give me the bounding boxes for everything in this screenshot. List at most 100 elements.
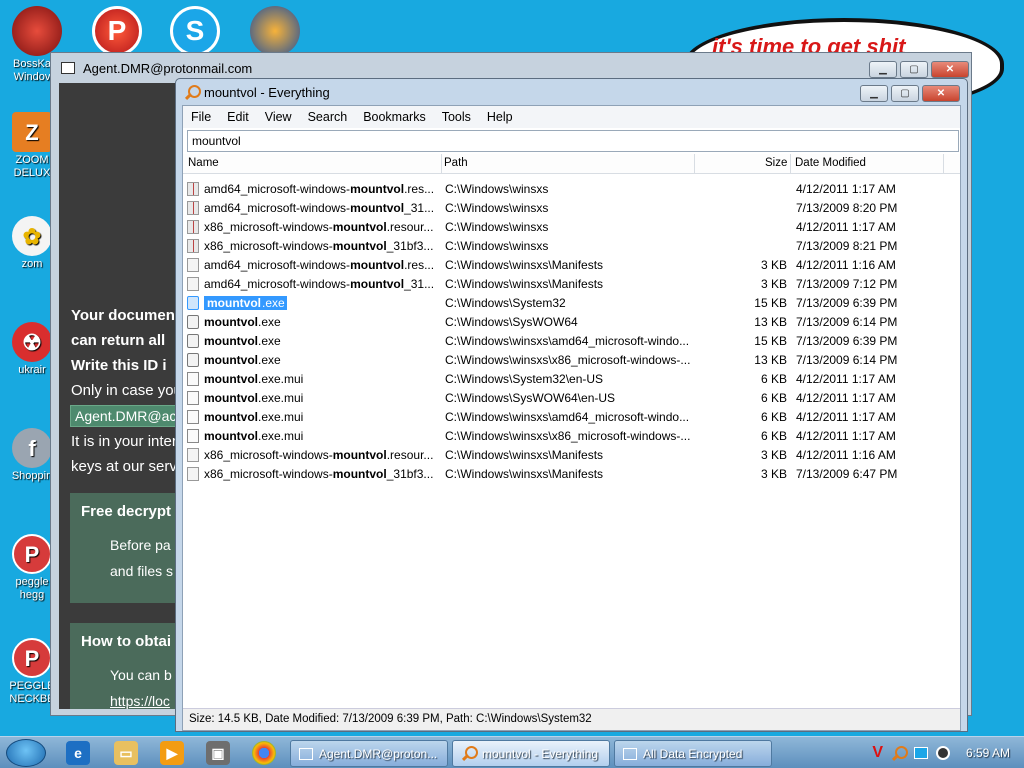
column-separator[interactable] <box>694 154 695 174</box>
start-button[interactable] <box>6 739 46 767</box>
result-path: C:\Windows\winsxs <box>445 239 549 253</box>
result-path: C:\Windows\winsxs <box>445 220 549 234</box>
result-row[interactable]: mountvol.exe.mui C:\Windows\System32\en-U… <box>183 370 960 389</box>
menu-tools[interactable]: Tools <box>434 110 479 124</box>
skype-top-icon[interactable]: S <box>170 6 220 56</box>
maximize-button[interactable]: ▢ <box>900 61 928 78</box>
ransom-link[interactable]: https://loc <box>110 693 170 709</box>
av-tray-icon[interactable]: V <box>872 744 883 762</box>
file-icon <box>187 220 199 234</box>
menu-edit[interactable]: Edit <box>219 110 257 124</box>
internet-explorer-icon[interactable]: e <box>66 741 90 765</box>
result-date: 7/13/2009 6:47 PM <box>796 467 898 481</box>
app-icon[interactable]: ▣ <box>206 741 230 765</box>
minimize-button[interactable]: ▁ <box>860 85 888 102</box>
taskbar-button-everything[interactable]: mountvol - Everything <box>452 740 610 767</box>
column-name[interactable]: Name <box>188 157 219 169</box>
peggle-top-icon[interactable]: P <box>92 6 142 56</box>
name-match: mountvol <box>332 467 387 481</box>
result-row[interactable]: amd64_microsoft-windows-mountvol.res... C… <box>183 180 960 199</box>
column-separator[interactable] <box>790 154 791 174</box>
name-suffix: .exe <box>258 334 281 348</box>
volume-tray-icon[interactable] <box>936 746 950 760</box>
name-match: mountvol <box>204 391 258 405</box>
column-path[interactable]: Path <box>444 157 468 169</box>
result-name: x86_microsoft-windows-mountvol.resour... <box>204 448 436 462</box>
search-input[interactable] <box>187 130 959 152</box>
name-suffix: .exe <box>258 353 281 367</box>
everything-tray-icon[interactable] <box>891 745 908 761</box>
result-row[interactable]: mountvol.exe.mui C:\Windows\winsxs\amd64_… <box>183 408 960 427</box>
menu-bookmarks[interactable]: Bookmarks <box>355 110 434 124</box>
desktop-icon-label: BossKa Windov <box>13 58 51 83</box>
result-row[interactable]: amd64_microsoft-windows-mountvol_31... C:… <box>183 199 960 218</box>
name-suffix: .exe.mui <box>258 391 304 405</box>
taskbar-button-label: Agent.DMR@proton... <box>319 746 438 761</box>
minimize-button[interactable]: ▁ <box>869 61 897 78</box>
close-button[interactable]: ✕ <box>931 61 969 78</box>
close-button[interactable]: ✕ <box>922 85 960 102</box>
column-separator[interactable] <box>441 154 442 174</box>
column-separator[interactable] <box>943 154 944 174</box>
result-row[interactable]: mountvol.exe.mui C:\Windows\winsxs\x86_mi… <box>183 427 960 446</box>
result-row[interactable]: amd64_microsoft-windows-mountvol.res... C… <box>183 256 960 275</box>
result-name: mountvol.exe.mui <box>204 410 436 424</box>
result-row[interactable]: x86_microsoft-windows-mountvol.resour...… <box>183 218 960 237</box>
name-match: mountvol <box>204 353 258 367</box>
file-icon <box>187 315 199 329</box>
result-name: mountvol.exe.mui <box>204 372 436 386</box>
name-suffix: _31... <box>404 201 435 215</box>
result-size: 3 KB <box>760 448 787 462</box>
result-row[interactable]: amd64_microsoft-windows-mountvol_31... C:… <box>183 275 960 294</box>
result-row[interactable]: mountvol.exe C:\Windows\System32 15 KB 7/13… <box>183 294 960 313</box>
file-icon <box>187 429 199 443</box>
column-date-modified[interactable]: Date Modified <box>795 157 866 169</box>
result-row[interactable]: mountvol.exe.mui C:\Windows\SysWOW64\en-U… <box>183 389 960 408</box>
file-icon <box>187 296 199 310</box>
taskbar-button-agent-dmr[interactable]: Agent.DMR@proton... <box>290 740 448 767</box>
ransom-window-controls: ▁ ▢ ✕ <box>869 61 969 78</box>
media-player-icon[interactable]: ▶ <box>160 741 184 765</box>
system-tray: V 6:59 AM <box>872 737 1018 768</box>
everything-titlebar[interactable]: mountvol - Everything <box>184 85 330 100</box>
result-name: mountvol.exe <box>204 315 436 329</box>
menu-help[interactable]: Help <box>479 110 521 124</box>
result-row[interactable]: mountvol.exe C:\Windows\SysWOW64 13 KB 7/13… <box>183 313 960 332</box>
name-suffix: .exe.mui <box>258 429 304 443</box>
maximize-button[interactable]: ▢ <box>891 85 919 102</box>
result-path: C:\Windows\winsxs\Manifests <box>445 448 604 462</box>
firefox-top-icon[interactable] <box>250 6 300 56</box>
taskbar-button-all-data-encrypted[interactable]: All Data Encrypted <box>614 740 772 767</box>
menu-view[interactable]: View <box>257 110 300 124</box>
chrome-icon[interactable] <box>252 741 276 765</box>
result-name: x86_microsoft-windows-mountvol_31bf3... <box>204 239 436 253</box>
result-row[interactable]: x86_microsoft-windows-mountvol_31bf3... C… <box>183 465 960 484</box>
column-size[interactable]: Size <box>765 157 787 169</box>
result-row[interactable]: x86_microsoft-windows-mountvol_31bf3... C… <box>183 237 960 256</box>
ransom-email-field[interactable]: Agent.DMR@ac <box>70 405 179 427</box>
name-prefix: amd64_microsoft-windows- <box>204 182 351 196</box>
network-tray-icon[interactable] <box>914 747 928 759</box>
desktop-icon-label: ukrair <box>18 364 46 376</box>
menu-search[interactable]: Search <box>300 110 356 124</box>
results-list: amd64_microsoft-windows-mountvol.res... C… <box>183 180 960 484</box>
taskbar-button-label: mountvol - Everything <box>482 746 599 761</box>
clock[interactable]: 6:59 AM <box>958 746 1018 760</box>
file-icon <box>187 448 199 462</box>
name-suffix: .exe <box>261 296 286 310</box>
window-icon <box>623 747 637 760</box>
bosskey-top-icon[interactable] <box>12 6 62 56</box>
menu-bar: File Edit View Search Bookmarks Tools He… <box>183 106 960 128</box>
everything-window[interactable]: mountvol - Everything ▁ ▢ ✕ File Edit Vi… <box>175 78 968 732</box>
result-size: 6 KB <box>760 391 787 405</box>
result-row[interactable]: mountvol.exe C:\Windows\winsxs\x86_micros… <box>183 351 960 370</box>
result-row[interactable]: mountvol.exe C:\Windows\winsxs\amd64_micr… <box>183 332 960 351</box>
magnifier-icon <box>461 746 478 761</box>
result-path: C:\Windows\winsxs\x86_microsoft-windows-… <box>445 429 691 443</box>
menu-file[interactable]: File <box>183 110 219 124</box>
file-icon <box>187 277 199 291</box>
folder-icon[interactable]: ▭ <box>114 741 138 765</box>
result-row[interactable]: x86_microsoft-windows-mountvol.resour...… <box>183 446 960 465</box>
how-to-obtain-box: How to obtai You can b https://loc <box>70 623 179 709</box>
result-name: mountvol.exe <box>204 296 436 310</box>
